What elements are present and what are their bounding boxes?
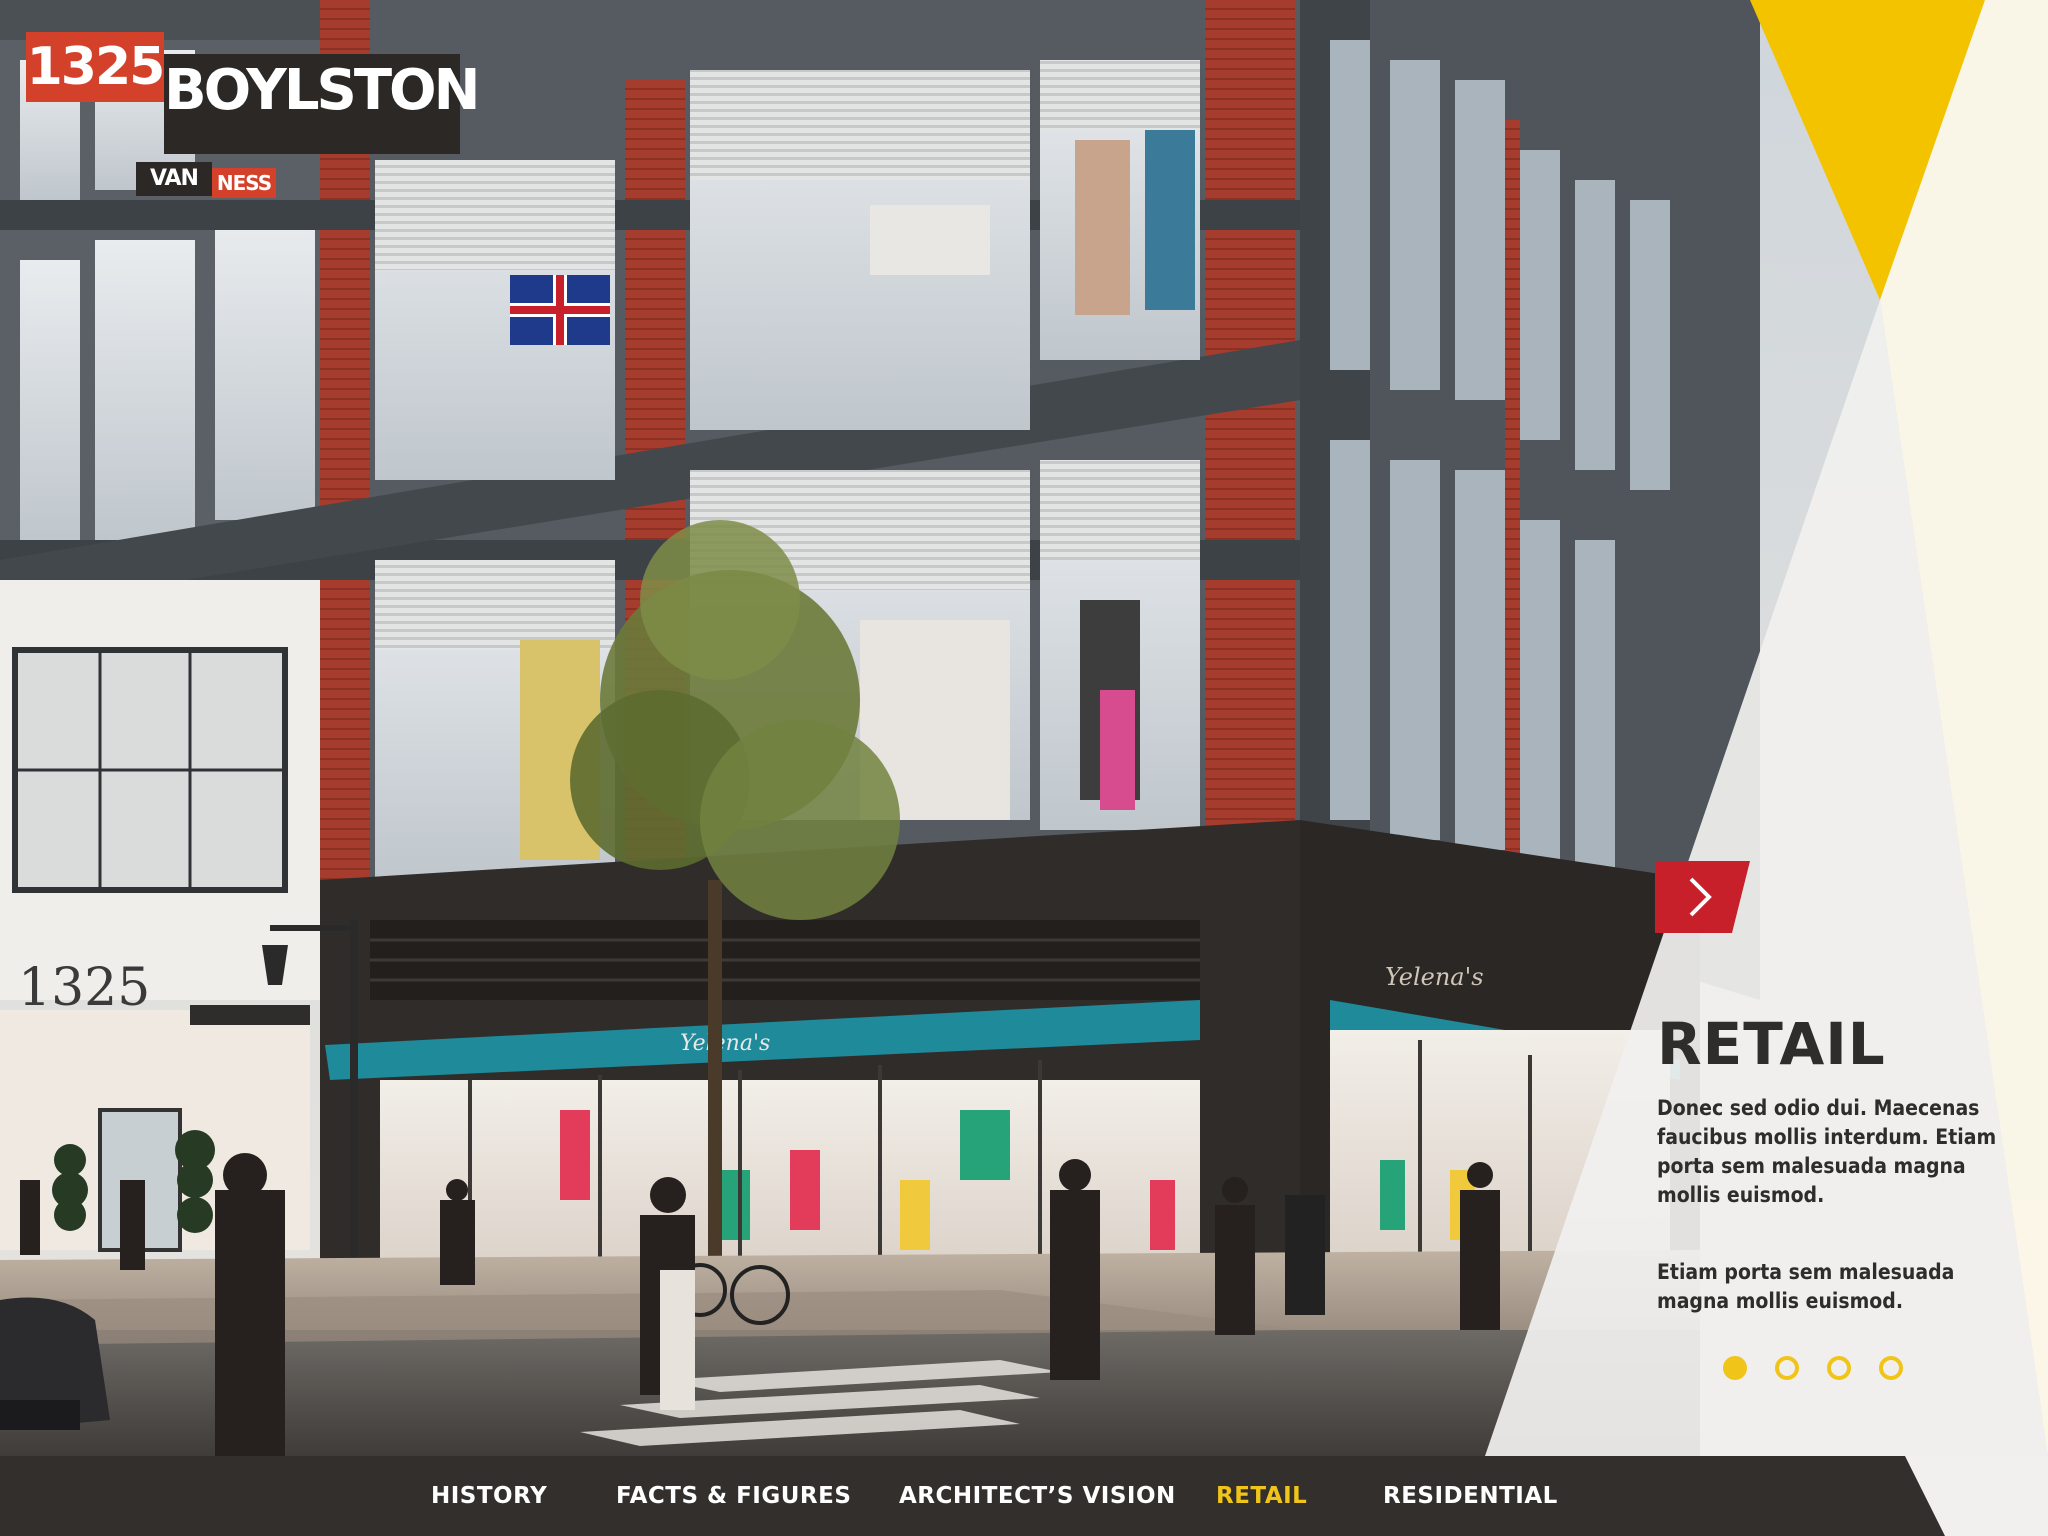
section-title: RETAIL (1657, 1010, 1886, 1078)
pagination-dot-1[interactable] (1723, 1356, 1747, 1380)
nav-item-architects-vision[interactable]: ARCHITECT’S VISION (899, 1456, 1176, 1536)
main-navigation: HISTORY FACTS & FIGURES ARCHITECT’S VISI… (0, 1456, 2048, 1536)
pagination-dot-2[interactable] (1775, 1356, 1799, 1380)
nav-item-facts-figures[interactable]: FACTS & FIGURES (616, 1456, 851, 1536)
nav-item-history[interactable]: HISTORY (431, 1456, 547, 1536)
section-description: Donec sed odio dui. Maecenas faucibus mo… (1657, 1096, 1997, 1207)
section-description-secondary: Etiam porta sem malesuada magna mollis e… (1657, 1260, 1955, 1313)
chevron-right-icon (1689, 877, 1712, 917)
nav-item-retail[interactable]: RETAIL (1216, 1456, 1307, 1536)
next-slide-button[interactable] (1655, 861, 1750, 933)
nav-corner-decoration (1905, 1456, 2048, 1536)
pagination-dot-4[interactable] (1879, 1356, 1903, 1380)
pagination-dot-3[interactable] (1827, 1356, 1851, 1380)
slide-pagination (1723, 1356, 1903, 1380)
nav-item-residential[interactable]: RESIDENTIAL (1383, 1456, 1558, 1536)
